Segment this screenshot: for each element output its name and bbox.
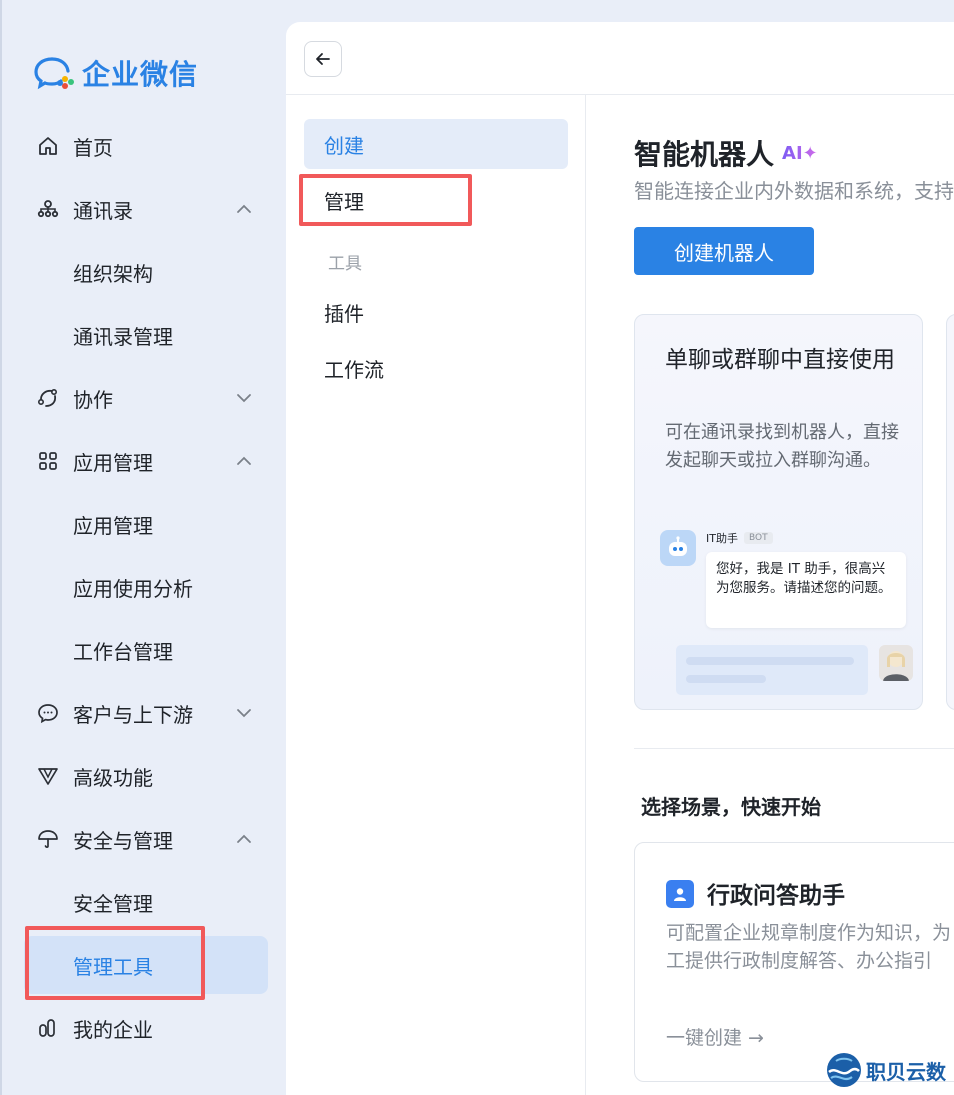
user-avatar — [879, 645, 913, 681]
create-robot-button[interactable]: 创建机器人 — [634, 227, 814, 275]
subnav-manage[interactable]: 管理 — [304, 175, 568, 225]
title-row: 智能机器人 AI✦ — [634, 133, 818, 173]
sidebar-item-apps[interactable]: 应用管理 — [24, 433, 268, 489]
sidebar-item-label: 管理工具 — [73, 954, 153, 979]
section-title: 选择场景，快速开始 — [641, 795, 821, 819]
main-panel: 创建 管理 工具 插件 工作流 智能机器人 AI✦ 智能连接企业内外数据和系统，… — [286, 22, 954, 1095]
sidebar-item-label: 工作台管理 — [73, 639, 173, 664]
sidebar-item-label: 协作 — [73, 387, 113, 412]
chevron-up-icon[interactable] — [234, 829, 254, 849]
sidebar-item-security-manage[interactable]: 安全管理 — [24, 874, 268, 930]
card-desc: 可在通讯录找到机器人，直接发起聊天或拉入群聊沟通。 — [665, 422, 899, 471]
sidebar-item-label: 安全与管理 — [73, 828, 173, 853]
chat-bubble: 您好，我是 IT 助手，很高兴为您服务。请描述您的问题。 — [706, 552, 906, 628]
placeholder-line — [686, 657, 854, 665]
advanced-icon — [36, 764, 60, 788]
divider — [634, 748, 954, 749]
chevron-down-icon[interactable] — [234, 388, 254, 408]
card-desc: 可配置企业规章制度作为知识，为 工提供行政制度解答、办公指引 — [666, 919, 954, 975]
sidebar-item-label: 我的企业 — [73, 1017, 153, 1042]
bot-name-row: IT助手 BOT — [706, 530, 773, 546]
sidebar-item-org-structure[interactable]: 组织架构 — [24, 244, 268, 300]
sidebar-item-label: 通讯录 — [73, 198, 133, 223]
page-title: 智能机器人 — [634, 138, 775, 171]
sidebar-item-admin-tools[interactable]: 管理工具 — [24, 936, 268, 994]
sidebar-item-label: 安全管理 — [73, 891, 153, 916]
sidebar-item-collab[interactable]: 协作 — [24, 370, 268, 426]
subnav-workflow[interactable]: 工作流 — [304, 343, 568, 393]
sidebar-item-label: 组织架构 — [73, 261, 153, 286]
watermark: 职贝云数 — [826, 1052, 946, 1088]
sidebar-edge — [0, 0, 2, 1095]
sidebar-item-label: 客户与上下游 — [73, 702, 193, 727]
subnav-group-tools: 工具 — [328, 254, 362, 274]
bot-name: IT助手 — [706, 532, 738, 545]
sub-nav: 创建 管理 工具 插件 工作流 — [286, 95, 586, 1095]
subnav-plugins[interactable]: 插件 — [304, 287, 568, 337]
back-button[interactable] — [304, 41, 342, 77]
home-icon — [36, 134, 60, 158]
placeholder-line — [686, 675, 766, 683]
umbrella-icon — [36, 827, 60, 851]
content-area: 智能机器人 AI✦ 智能连接企业内外数据和系统，支持 创建机器人 单聊或群聊中直… — [587, 95, 954, 1095]
sidebar-item-label: 应用使用分析 — [73, 576, 193, 601]
subnav-create[interactable]: 创建 — [304, 119, 568, 169]
chevron-up-icon[interactable] — [234, 451, 254, 471]
sidebar-item-workbench[interactable]: 工作台管理 — [24, 622, 268, 678]
top-bar — [286, 22, 954, 95]
chat-icon — [36, 701, 60, 725]
wecom-logo-icon — [34, 57, 74, 90]
bot-tag: BOT — [743, 532, 773, 544]
sidebar-item-label: 首页 — [73, 135, 113, 160]
logo[interactable]: 企业微信 — [34, 54, 198, 92]
page-subtitle: 智能连接企业内外数据和系统，支持 — [634, 179, 954, 203]
collab-icon — [36, 386, 60, 410]
sidebar-item-app-analytics[interactable]: 应用使用分析 — [24, 559, 268, 615]
sidebar-item-contacts-manage[interactable]: 通讯录管理 — [24, 307, 268, 363]
apps-icon — [36, 449, 60, 473]
globe-logo-icon — [827, 1053, 861, 1087]
sidebar-item-app-manage[interactable]: 应用管理 — [24, 496, 268, 552]
feature-card-chat: 单聊或群聊中直接使用 可在通讯录找到机器人，直接发起聊天或拉入群聊沟通。 IT助… — [634, 314, 923, 710]
sidebar-item-customers[interactable]: 客户与上下游 — [24, 685, 268, 741]
logo-text: 企业微信 — [82, 58, 199, 91]
sidebar-item-label: 应用管理 — [73, 513, 153, 538]
watermark-text: 职贝云数 — [866, 1059, 946, 1084]
sidebar-item-security[interactable]: 安全与管理 — [24, 811, 268, 867]
template-card-admin-qa[interactable]: 行政问答助手 可配置企业规章制度作为知识，为 工提供行政制度解答、办公指引 一键… — [634, 842, 954, 1082]
ai-badge: AI✦ — [782, 142, 818, 164]
sidebar: 企业微信 首页 通讯录 组织架构 通讯录管理 协作 应用管理 应用管理 应用使用… — [0, 0, 286, 1095]
one-click-create-link[interactable]: 一键创建 → — [666, 1023, 764, 1050]
robot-avatar-icon — [660, 530, 696, 566]
sidebar-item-label: 高级功能 — [73, 765, 153, 790]
sidebar-item-my-company[interactable]: 我的企业 — [24, 1000, 268, 1056]
chevron-up-icon[interactable] — [234, 199, 254, 219]
arrow-left-icon — [316, 53, 330, 65]
card-title: 单聊或群聊中直接使用 — [665, 347, 895, 373]
card-desc-line: 工提供行政制度解答、办公指引 — [666, 950, 933, 972]
person-badge-icon — [666, 880, 694, 908]
sidebar-item-contacts[interactable]: 通讯录 — [24, 181, 268, 237]
building-icon — [36, 1016, 60, 1040]
sidebar-item-home[interactable]: 首页 — [24, 118, 268, 174]
feature-card-peek — [946, 314, 954, 710]
sidebar-item-advanced[interactable]: 高级功能 — [24, 748, 268, 804]
org-icon — [36, 197, 60, 221]
card-desc-line: 可配置企业规章制度作为知识，为 — [666, 922, 952, 944]
sidebar-item-label: 应用管理 — [73, 450, 153, 475]
input-placeholder-mock — [676, 645, 868, 695]
chevron-down-icon[interactable] — [234, 703, 254, 723]
sidebar-item-label: 通讯录管理 — [73, 324, 173, 349]
card-title: 行政问答助手 — [707, 883, 845, 909]
